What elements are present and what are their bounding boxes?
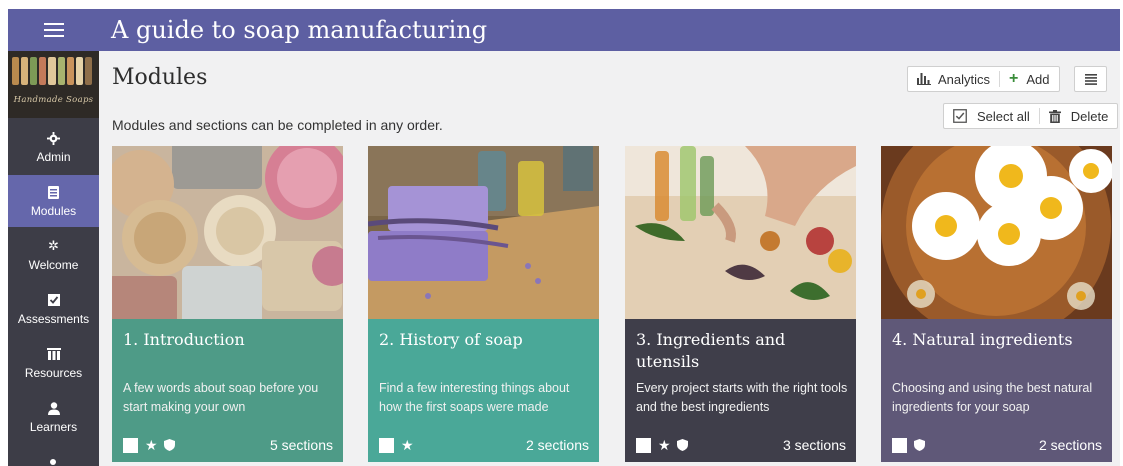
module-title: 1. Introduction [123,330,245,349]
selection-group: Select all Delete [943,103,1119,129]
logo-text: Handmade Soaps [13,95,94,105]
analytics-label: Analytics [938,71,991,87]
module-band: 3. Ingredients and utensils Every projec… [625,319,856,462]
module-footer: ★ 3 sections [636,436,846,454]
checkbox-icon [8,293,99,307]
sidebar-item-label: Assessments [17,312,90,326]
module-select-checkbox[interactable] [636,437,651,453]
select-all-button[interactable]: Select all [944,104,1039,128]
shield-icon [676,439,688,451]
module-image-chamomile [881,146,1112,319]
page-subtitle: Modules and sections can be completed in… [112,117,443,133]
star-icon: ★ [145,436,158,453]
delete-button[interactable]: Delete [1040,104,1118,128]
sidebar-item-modules[interactable]: Modules [8,175,99,227]
checkbox-icon [953,109,967,123]
module-image-soap-bars [112,146,343,319]
module-select-checkbox[interactable] [379,437,394,453]
module-card-introduction[interactable]: 1. Introduction A few words about soap b… [112,146,343,462]
module-select-checkbox[interactable] [892,437,907,453]
sidebar-item-label: Admin [36,150,71,164]
star-icon: ★ [658,436,671,453]
module-icon [8,185,99,199]
sidebar-item-label: Learners [29,420,78,434]
module-image-lavender-soap [368,146,599,319]
analytics-button[interactable]: Analytics [908,67,999,91]
app-window: A guide to soap manufacturing Handmade S… [8,9,1120,466]
sparkle-icon: ✲ [48,238,59,253]
top-bar: A guide to soap manufacturing [8,9,1120,51]
bar-chart-icon [917,73,931,85]
module-title: 3. Ingredients and utensils [636,330,786,371]
page-title: Modules [112,65,208,90]
toolbar-group: Analytics + Add [907,66,1060,92]
app-title: A guide to soap manufacturing [111,16,488,44]
sidebar-item-admin[interactable]: Admin [8,121,99,173]
section-count: 3 sections [782,437,846,453]
books-icon [8,347,99,361]
module-band: 1. Introduction A few words about soap b… [112,319,343,462]
add-label: Add [1026,71,1050,87]
hamburger-icon [43,23,64,37]
sidebar-item-assessments[interactable]: Assessments [8,283,99,335]
module-footer: ★ 5 sections [123,436,333,454]
sidebar-item-learners[interactable]: Learners [8,391,99,443]
shield-icon [914,439,925,451]
module-title: 2. History of soap [379,330,523,349]
module-image-ingredients [625,146,856,319]
sidebar: Handmade Soaps Admin Modules ✲ Welcome A… [8,51,99,466]
list-view-button[interactable] [1074,66,1107,92]
add-button[interactable]: + Add [1000,67,1058,91]
section-count: 2 sections [525,437,589,453]
module-description: Choosing and using the best natural ingr… [892,381,1093,414]
gear-icon [8,131,99,145]
sidebar-item-label: Welcome [28,258,79,272]
sidebar-item-welcome[interactable]: ✲ Welcome [8,229,99,281]
module-band: 4. Natural ingredients Choosing and usin… [881,319,1112,462]
module-title: 4. Natural ingredients [892,330,1073,349]
module-description: Find a few interesting things about how … [379,381,570,414]
module-band: 2. History of soap Find a few interestin… [368,319,599,462]
module-card-history[interactable]: 2. History of soap Find a few interestin… [368,146,599,462]
menu-button[interactable] [8,9,99,51]
delete-label: Delete [1070,108,1109,124]
module-card-natural-ingredients[interactable]: 4. Natural ingredients Choosing and usin… [881,146,1112,462]
list-icon [1084,73,1097,85]
sidebar-item-label: Modules [30,204,77,218]
module-footer: ★ 2 sections [379,436,589,454]
module-description: A few words about soap before you start … [123,381,319,414]
shield-icon [163,439,175,451]
sidebar-item-resources[interactable]: Resources [8,337,99,389]
sidebar-item-label: Resources [24,366,83,380]
section-count: 5 sections [269,437,333,453]
section-count: 2 sections [1038,437,1102,453]
module-select-checkbox[interactable] [123,437,138,453]
select-all-label: Select all [977,108,1030,124]
more-indicator-icon [50,459,56,465]
trash-icon [1048,109,1061,123]
module-card-ingredients[interactable]: 3. Ingredients and utensils Every projec… [625,146,856,462]
plus-icon: + [1009,70,1019,87]
logo[interactable]: Handmade Soaps [8,51,99,118]
user-icon [8,401,99,415]
star-icon: ★ [401,436,414,453]
module-description: Every project starts with the right tool… [636,381,848,414]
module-footer: 2 sections [892,436,1102,454]
